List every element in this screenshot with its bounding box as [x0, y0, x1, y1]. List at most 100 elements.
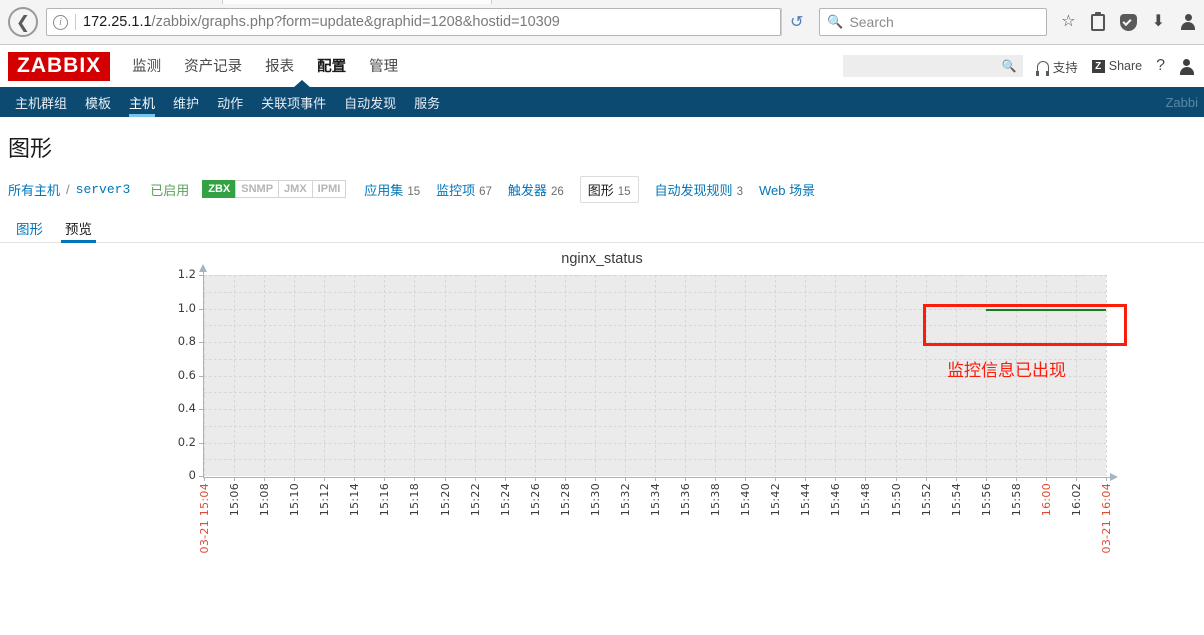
- count-graphs-value: 15: [617, 185, 631, 198]
- info-icon[interactable]: i: [53, 14, 68, 30]
- star-icon[interactable]: ☆: [1061, 14, 1075, 30]
- chart-x-tick-mark: [775, 477, 777, 481]
- person-icon[interactable]: [1180, 14, 1196, 30]
- url-path: /zabbix/graphs.php?form=update&graphid=1…: [151, 14, 560, 30]
- count-discovery-rules-label[interactable]: 自动发现规则: [655, 180, 733, 199]
- chart-x-tick-label: 15:12: [318, 483, 332, 517]
- chart-x-tick-mark: [715, 477, 717, 481]
- chart-x-tick-mark: [925, 477, 927, 481]
- chart-x-tick-mark: [955, 477, 957, 481]
- chart-x-tick-label: 15:10: [288, 483, 302, 517]
- browser-toolbar: ❮ i 172.25.1.1/zabbix/graphs.php?form=up…: [0, 0, 1204, 45]
- menu-item-monitoring[interactable]: 监测: [132, 55, 161, 78]
- sub-navigation: 主机群组 模板 主机 维护 动作 关联项事件 自动发现 服务 Zabbi: [0, 80, 1204, 117]
- count-graphs[interactable]: 图形 15: [579, 175, 639, 203]
- host-info-bar: 所有主机 / server3 已启用 ZBX SNMP JMX IPMI 应用集…: [0, 175, 1204, 203]
- zabbix-header: ZABBIX 监测 资产记录 报表 配置 管理 🔍 支持 Z Share ?: [0, 45, 1204, 87]
- chart-gridline-v: [444, 275, 446, 476]
- chart-gridline-v: [745, 275, 747, 476]
- chart-gridline-v: [354, 275, 356, 476]
- chart-x-tick-mark: [444, 477, 446, 481]
- url-divider: [75, 14, 76, 30]
- chart-y-tick-label: 1.2: [177, 267, 196, 281]
- subnav-item-templates[interactable]: 模板: [76, 87, 120, 117]
- chart-x-tick-label: 15:18: [408, 483, 422, 517]
- chart-x-tick-mark: [805, 477, 807, 481]
- chart-x-tick-label: 03-21 15:04: [198, 483, 211, 554]
- menu-item-administration[interactable]: 管理: [369, 55, 398, 78]
- reload-button[interactable]: ↺: [781, 8, 811, 36]
- chart-gridline-v: [685, 275, 687, 476]
- chart-x-tick-label: 15:44: [799, 483, 813, 517]
- subnav-item-services[interactable]: 服务: [405, 87, 449, 117]
- graph-preview: nginx_status 1.2 1.0 0.8 0.6 0.4 0.2 0 03-21 1…: [0, 243, 1204, 635]
- tab-graph[interactable]: 图形: [8, 213, 51, 242]
- chart-gridline-h-minor: [204, 291, 1106, 293]
- zabbix-share-icon: Z: [1091, 59, 1105, 73]
- count-applications[interactable]: 应用集 15: [364, 180, 420, 199]
- chart-x-tick-mark: [354, 477, 356, 481]
- url-host: 172.25.1.1: [83, 14, 152, 30]
- menu-item-inventory[interactable]: 资产记录: [184, 55, 242, 78]
- chart-x-tick-label: 15:14: [348, 483, 362, 517]
- count-web-scenarios[interactable]: Web 场景: [759, 180, 815, 199]
- annotation-text-data-present: 监控信息已出现: [947, 361, 1066, 381]
- chart-x-tick-label: 15:16: [378, 483, 392, 517]
- zabbix-search-input[interactable]: 🔍: [842, 55, 1023, 77]
- count-items-label[interactable]: 监控项: [436, 180, 475, 199]
- breadcrumb-host-name[interactable]: server3: [76, 182, 131, 197]
- back-arrow-icon[interactable]: ❮: [8, 7, 38, 37]
- chart-x-tick-mark: [534, 477, 536, 481]
- chart-x-tick-label: 15:56: [979, 483, 993, 517]
- count-discovery-rules-value: 3: [736, 185, 743, 198]
- breadcrumb-all-hosts[interactable]: 所有主机: [8, 180, 60, 199]
- search-icon: 🔍: [1001, 59, 1017, 73]
- chart-x-tick-label: 15:08: [258, 483, 272, 517]
- chart-x-tick-mark: [504, 477, 506, 481]
- chart-x-tick-label: 15:40: [739, 483, 753, 517]
- protocol-badge-ipmi: IPMI: [311, 180, 347, 198]
- chart-gridline-v: [504, 275, 506, 476]
- browser-search-bar[interactable]: 🔍 Search: [819, 8, 1048, 36]
- address-bar[interactable]: i 172.25.1.1/zabbix/graphs.php?form=upda…: [46, 8, 782, 36]
- menu-item-configuration[interactable]: 配置: [317, 55, 346, 78]
- count-triggers[interactable]: 触发器 26: [508, 180, 564, 199]
- count-discovery-rules[interactable]: 自动发现规则 3: [655, 180, 743, 199]
- count-graphs-label[interactable]: 图形: [588, 180, 614, 199]
- subnav-item-correlation[interactable]: 关联项事件: [252, 87, 335, 117]
- user-icon[interactable]: [1179, 58, 1194, 75]
- chart-x-tick-label: 15:58: [1009, 483, 1023, 517]
- subnav-item-actions[interactable]: 动作: [208, 87, 252, 117]
- subnav-item-host-groups[interactable]: 主机群组: [6, 87, 76, 117]
- chart-gridline-v: [835, 275, 837, 476]
- share-link[interactable]: Z Share: [1091, 59, 1142, 73]
- subnav-item-hosts[interactable]: 主机: [120, 87, 164, 117]
- download-arrow-icon[interactable]: ⬇: [1152, 14, 1165, 30]
- count-items[interactable]: 监控项 67: [436, 180, 492, 199]
- chart-title: nginx_status: [561, 251, 643, 267]
- chart-y-tick-mark: [199, 409, 204, 410]
- breadcrumb-separator: /: [66, 181, 70, 197]
- chart-gridline-v: [865, 275, 867, 476]
- form-tabs: 图形 预览: [0, 213, 1204, 243]
- chart-y-tick-mark: [199, 275, 204, 276]
- zabbix-logo[interactable]: ZABBIX: [8, 51, 111, 81]
- support-link[interactable]: 支持: [1036, 57, 1078, 76]
- chart-gridline-h-minor: [204, 392, 1106, 394]
- help-button[interactable]: ?: [1156, 57, 1165, 75]
- count-triggers-label[interactable]: 触发器: [508, 180, 547, 199]
- count-applications-label[interactable]: 应用集: [364, 180, 403, 199]
- chart-x-tick-mark: [835, 477, 837, 481]
- chart-gridline-v: [294, 275, 296, 476]
- subnav-item-discovery[interactable]: 自动发现: [335, 87, 405, 117]
- shield-icon[interactable]: [1119, 13, 1137, 31]
- count-web-scenarios-label[interactable]: Web 场景: [759, 180, 815, 199]
- chart-gridline-v: [805, 275, 807, 476]
- menu-item-reports[interactable]: 报表: [265, 55, 294, 78]
- chart-x-tick-mark: [1015, 477, 1017, 481]
- subnav-item-maintenance[interactable]: 维护: [164, 87, 208, 117]
- tab-preview[interactable]: 预览: [57, 213, 100, 243]
- chart-gridline-v: [264, 275, 266, 476]
- search-icon: 🔍: [827, 14, 844, 29]
- clipboard-icon[interactable]: [1090, 11, 1105, 31]
